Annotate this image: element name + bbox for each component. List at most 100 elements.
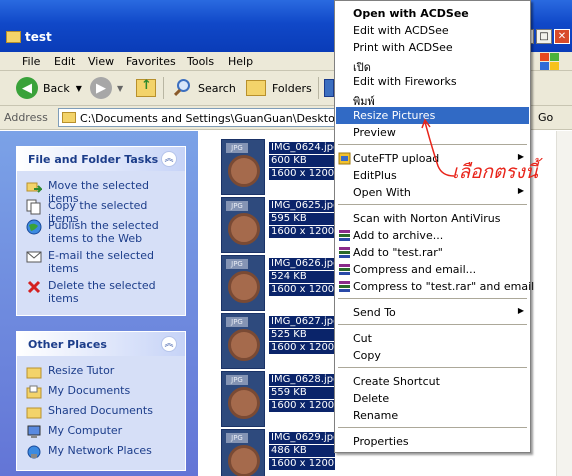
place-my-computer[interactable]: My Computer xyxy=(26,424,178,440)
file-item[interactable]: JPG IMG_0625.jpg 595 KB 1600 x 1200 xyxy=(199,189,349,253)
menu-compress-to-test-rar-email[interactable]: Compress to "test.rar" and email xyxy=(336,278,534,295)
file-item[interactable]: JPG IMG_0628.jpg 559 KB 1600 x 1200 xyxy=(199,363,349,427)
menu-add-to-test-rar[interactable]: Add to "test.rar" xyxy=(336,244,529,261)
menu-create-shortcut[interactable]: Create Shortcut xyxy=(336,373,529,390)
menu-add-to-archive[interactable]: Add to archive... xyxy=(336,227,529,244)
folders-button[interactable]: Folders xyxy=(246,75,312,101)
menu-separator xyxy=(338,298,527,299)
file-dimensions: 1600 x 1200 xyxy=(269,342,335,354)
up-folder-icon: ↑ xyxy=(136,78,156,97)
menu-rename[interactable]: Rename xyxy=(336,407,529,424)
panel-title: File and Folder Tasks xyxy=(28,153,159,166)
menu-item-label: Compress to "test.rar" and email xyxy=(353,280,535,293)
file-name: IMG_0625.jpg xyxy=(269,200,335,212)
file-name: IMG_0624.jpg xyxy=(269,142,335,154)
menu-separator xyxy=(338,427,527,428)
file-dimensions: 1600 x 1200 xyxy=(269,226,335,238)
menu-item-label: Edit with Fireworks xyxy=(353,75,457,88)
email-icon xyxy=(26,251,42,263)
vertical-scrollbar[interactable] xyxy=(556,131,572,476)
forward-arrow-icon: ▶ xyxy=(90,77,112,99)
thumb-tag: JPG xyxy=(226,317,248,327)
forward-button[interactable]: ▶ ▼ xyxy=(90,75,123,101)
annotation-text: เลือกตรงนี้ xyxy=(452,161,538,183)
place-my-network-places[interactable]: My Network Places xyxy=(26,444,178,460)
place-label: My Computer xyxy=(48,424,123,437)
place-resize-tutor[interactable]: Resize Tutor xyxy=(26,364,178,380)
close-button[interactable]: ✕ xyxy=(554,29,570,44)
submenu-arrow-icon: ▶ xyxy=(517,186,524,195)
menu-cut[interactable]: Cut xyxy=(336,330,529,347)
address-input[interactable]: C:\Documents and Settings\GuanGuan\Deskt… xyxy=(58,108,368,127)
menu-file[interactable]: File xyxy=(22,55,40,68)
address-label: Address xyxy=(4,111,48,124)
thumb-tag: JPG xyxy=(226,259,248,269)
toolbar-divider xyxy=(318,77,319,99)
menu-item-label: Scan with Norton AntiVirus xyxy=(353,212,501,225)
file-name: IMG_0626.jpg xyxy=(269,258,335,270)
place-my-documents[interactable]: My Documents xyxy=(26,384,178,400)
file-item[interactable]: JPG IMG_0624.jpg 600 KB 1600 x 1200 xyxy=(199,131,349,195)
menu-print-thai[interactable]: พิมพ์ xyxy=(336,90,529,108)
folder-icon xyxy=(26,367,42,379)
task-delete[interactable]: Delete the selected items xyxy=(26,279,178,305)
go-button[interactable]: Go xyxy=(538,111,553,124)
jpg-thumbnail-icon: JPG xyxy=(221,197,265,253)
move-icon xyxy=(26,182,42,193)
delete-icon xyxy=(27,280,41,294)
views-button[interactable] xyxy=(324,75,334,101)
menu-tools[interactable]: Tools xyxy=(187,55,214,68)
menu-edit-with-fireworks[interactable]: Edit with Fireworks xyxy=(336,73,529,90)
task-pane: File and Folder Tasks ︽ Move the selecte… xyxy=(0,131,198,476)
task-publish[interactable]: Publish the selected items to the Web xyxy=(26,219,178,245)
menu-print-with-acdsee[interactable]: Print with ACDSee xyxy=(336,39,529,56)
up-folder-button[interactable]: ↑ xyxy=(136,75,156,101)
menu-compress-and-email[interactable]: Compress and email... xyxy=(336,261,529,278)
maximize-button[interactable]: □ xyxy=(536,29,552,44)
documents-folder-icon xyxy=(26,385,42,399)
menu-item-label: Preview xyxy=(353,126,396,139)
file-size: 525 KB xyxy=(269,329,335,341)
back-button[interactable]: ◀ Back ▼ xyxy=(16,75,82,101)
collapse-chevron-icon[interactable]: ︽ xyxy=(161,151,177,167)
place-shared-documents[interactable]: Shared Documents xyxy=(26,404,178,420)
menu-copy[interactable]: Copy xyxy=(336,347,529,364)
menu-favorites[interactable]: Favorites xyxy=(126,55,176,68)
menu-view[interactable]: View xyxy=(88,55,114,68)
task-email[interactable]: E-mail the selected items xyxy=(26,249,178,275)
menu-send-to[interactable]: Send To ▶ xyxy=(336,304,529,321)
collapse-chevron-icon[interactable]: ︽ xyxy=(161,336,177,352)
winrar-icon xyxy=(339,264,350,275)
menu-properties[interactable]: Properties xyxy=(336,433,529,450)
context-menu: Open with ACDSee Edit with ACDSee Print … xyxy=(334,0,534,453)
menu-open-with-acdsee[interactable]: Open with ACDSee xyxy=(336,5,529,22)
thumb-tag: JPG xyxy=(226,375,248,385)
file-item[interactable]: JPG IMG_0626.jpg 524 KB 1600 x 1200 xyxy=(199,247,349,311)
thumb-circle xyxy=(228,271,260,303)
thumb-circle xyxy=(228,213,260,245)
menu-edit[interactable]: Edit xyxy=(54,55,75,68)
cuteftp-icon xyxy=(338,152,351,165)
panel-header[interactable]: File and Folder Tasks ︽ xyxy=(17,147,185,171)
file-item[interactable]: JPG IMG_0629.jpg 486 KB 1600 x 1200 xyxy=(199,421,349,476)
menu-scan-norton[interactable]: Scan with Norton AntiVirus xyxy=(336,210,529,227)
file-size: 595 KB xyxy=(269,213,335,225)
winrar-icon xyxy=(339,230,350,241)
menu-edit-with-acdsee[interactable]: Edit with ACDSee xyxy=(336,22,529,39)
menu-item-label: Rename xyxy=(353,409,399,422)
menu-open-thai[interactable]: เปิด xyxy=(336,56,529,74)
folders-icon xyxy=(246,80,266,96)
back-arrow-icon: ◀ xyxy=(16,77,38,99)
menu-item-label: Edit with ACDSee xyxy=(353,24,449,37)
back-label: Back xyxy=(43,81,70,95)
file-dimensions: 1600 x 1200 xyxy=(269,284,335,296)
file-item[interactable]: JPG IMG_0627.jpg 525 KB 1600 x 1200 xyxy=(199,305,349,369)
file-name: IMG_0628.jpg xyxy=(269,374,335,386)
menu-item-label: Send To xyxy=(353,306,396,319)
thumb-circle xyxy=(228,155,260,187)
thumb-tag: JPG xyxy=(226,433,248,443)
panel-header[interactable]: Other Places ︽ xyxy=(17,332,185,356)
search-button[interactable]: Search xyxy=(172,75,236,101)
menu-delete[interactable]: Delete xyxy=(336,390,529,407)
menu-help[interactable]: Help xyxy=(228,55,253,68)
